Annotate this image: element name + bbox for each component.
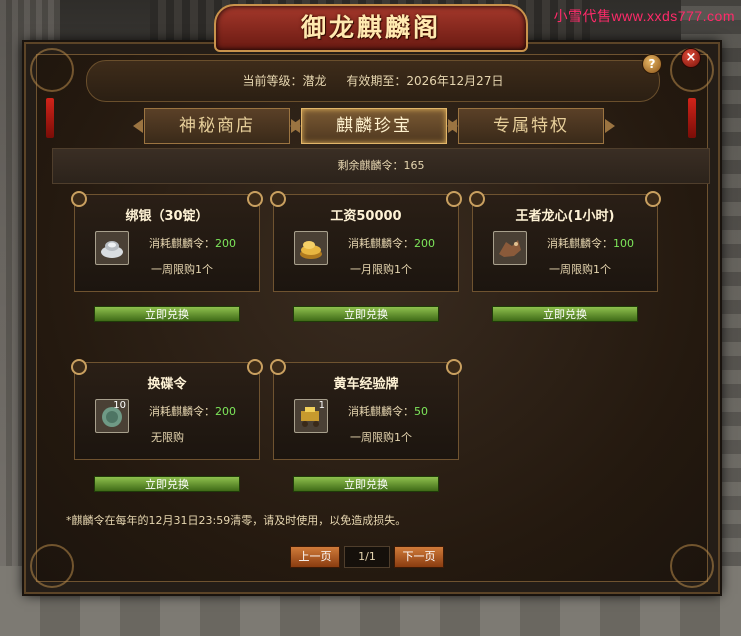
corner-ornament — [30, 544, 74, 588]
qilin-pavilion-window: 当前等级：潜龙 有效期至：2026年12月27日 神秘商店 麒麟珍宝 专属特权 … — [24, 42, 720, 594]
expiry-date: 有效期至：2026年12月27日 — [346, 74, 504, 88]
watermark: 小雪代售www.xxds777.com — [553, 8, 735, 24]
cost-line: 消耗麒麟令：50 — [348, 403, 428, 419]
exchange-button[interactable]: 立即兑换 — [94, 306, 240, 322]
item-card: 黄车经验牌 1 消耗麒麟令：50 一周限购1个 — [270, 359, 462, 460]
cost-line: 消耗麒麟令：200 — [149, 235, 236, 251]
item-card: 换碟令 10 消耗麒麟令：200 无限购 — [71, 359, 263, 460]
silver-ingot-icon[interactable] — [95, 231, 129, 265]
cost-line: 消耗麒麟令：100 — [547, 235, 634, 251]
purchase-limit: 无限购 — [151, 431, 184, 444]
purchase-limit: 一月限购1个 — [350, 263, 412, 276]
cost-line: 消耗麒麟令：200 — [149, 403, 236, 419]
reset-note: *麒麟令在每年的12月31日23:59清零，请及时使用，以免造成损失。 — [66, 514, 407, 527]
tab-mystery-shop[interactable]: 神秘商店 — [144, 108, 290, 144]
cost-value: 200 — [215, 237, 236, 250]
item-card: 绑银（30锭） 消耗麒麟令：200 一周限购1个 — [71, 191, 263, 292]
purchase-limit: 一周限购1个 — [350, 431, 412, 444]
corner-ornament — [670, 544, 714, 588]
next-page-button[interactable]: 下一页 — [394, 546, 444, 568]
item-card: 工资50000 消耗麒麟令：200 一月限购1个 — [270, 191, 462, 292]
purchase-limit: 一周限购1个 — [151, 263, 213, 276]
cost-label: 消耗麒麟令： — [348, 405, 414, 418]
purchase-limit: 一周限购1个 — [549, 263, 611, 276]
info-bar: 当前等级：潜龙 有效期至：2026年12月27日 — [86, 60, 660, 102]
tab-qilin-treasure[interactable]: 麒麟珍宝 — [301, 108, 447, 144]
item-name: 黄车经验牌 — [333, 377, 399, 392]
exchange-button[interactable]: 立即兑换 — [94, 476, 240, 492]
item-count-badge: 10 — [113, 400, 126, 411]
help-button[interactable]: ? — [642, 54, 662, 74]
prev-page-button[interactable]: 上一页 — [290, 546, 340, 568]
item-card: 王者龙心(1小时) 消耗麒麟令：100 一周限购1个 — [469, 191, 661, 292]
cost-label: 消耗麒麟令： — [348, 237, 414, 250]
close-button[interactable]: × — [681, 48, 701, 68]
item-name: 王者龙心(1小时) — [515, 209, 615, 224]
tab-bar: 神秘商店 麒麟珍宝 专属特权 — [144, 108, 604, 144]
cost-value: 200 — [414, 237, 435, 250]
cost-label: 消耗麒麟令： — [149, 405, 215, 418]
item-name: 绑银（30锭） — [125, 209, 209, 224]
tab-exclusive-privileges[interactable]: 专属特权 — [458, 108, 604, 144]
exchange-button[interactable]: 立即兑换 — [293, 306, 439, 322]
cost-label: 消耗麒麟令： — [547, 237, 613, 250]
item-name: 工资50000 — [330, 209, 402, 224]
dragon-heart-icon[interactable] — [493, 231, 527, 265]
right-tassel — [688, 98, 696, 138]
item-count-badge: 1 — [318, 400, 325, 411]
window-title: 御龙麒麟阁 — [300, 13, 441, 42]
remaining-tokens: 剩余麒麟令：165 — [52, 148, 710, 184]
cost-value: 100 — [613, 237, 634, 250]
left-tassel — [46, 98, 54, 138]
gold-coins-icon[interactable] — [294, 231, 328, 265]
cost-line: 消耗麒麟令：200 — [348, 235, 435, 251]
current-level: 当前等级：潜龙 — [242, 74, 327, 88]
cost-value: 50 — [414, 405, 428, 418]
exchange-button[interactable]: 立即兑换 — [492, 306, 638, 322]
exchange-button[interactable]: 立即兑换 — [293, 476, 439, 492]
exchange-token-icon[interactable]: 10 — [95, 399, 129, 433]
item-name: 换碟令 — [147, 377, 187, 392]
cost-value: 200 — [215, 405, 236, 418]
page-indicator: 1/1 — [344, 546, 390, 568]
window-title-plaque: 御龙麒麟阁 — [214, 4, 528, 52]
cost-label: 消耗麒麟令： — [149, 237, 215, 250]
yellow-cart-icon[interactable]: 1 — [294, 399, 328, 433]
corner-ornament — [30, 48, 74, 92]
